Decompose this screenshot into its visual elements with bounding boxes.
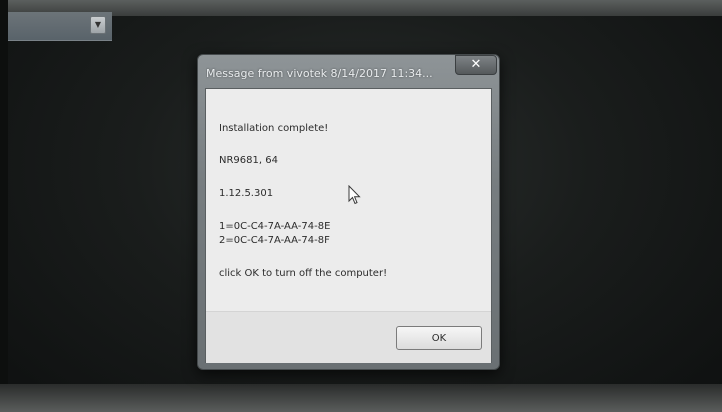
dialog-titlebar[interactable]: Message from vivotek 8/14/2017 11:34... …: [198, 55, 499, 87]
dialog-title: Message from vivotek 8/14/2017 11:34...: [206, 67, 433, 80]
monitor-bezel-left: [0, 0, 8, 412]
mac-address-2: 2=0C-C4-7A-AA-74-8F: [219, 235, 330, 246]
status-text: Installation complete!: [219, 123, 329, 134]
monitor-screen: ▼ Message from vivotek 8/14/2017 11:34..…: [0, 0, 722, 412]
dialog-content: Installation complete! NR9681, 64 1.12.5…: [205, 88, 492, 363]
version-text: 1.12.5.301: [219, 188, 274, 199]
mouse-pointer-icon: [348, 185, 361, 205]
chevron-down-icon[interactable]: ▼: [90, 16, 106, 34]
ok-button[interactable]: OK: [396, 326, 482, 350]
background-dropdown[interactable]: ▼: [8, 12, 112, 41]
close-button[interactable]: ✕: [455, 55, 497, 75]
dialog-button-area: OK: [206, 311, 491, 363]
message-dialog: Message from vivotek 8/14/2017 11:34... …: [197, 54, 500, 370]
monitor-bezel-bottom: [0, 384, 722, 412]
model-text: NR9681, 64: [219, 155, 278, 166]
mac-address-1: 1=0C-C4-7A-AA-74-8E: [219, 221, 331, 232]
instruction-text: click OK to turn off the computer!: [219, 268, 388, 279]
close-icon: ✕: [470, 57, 482, 72]
